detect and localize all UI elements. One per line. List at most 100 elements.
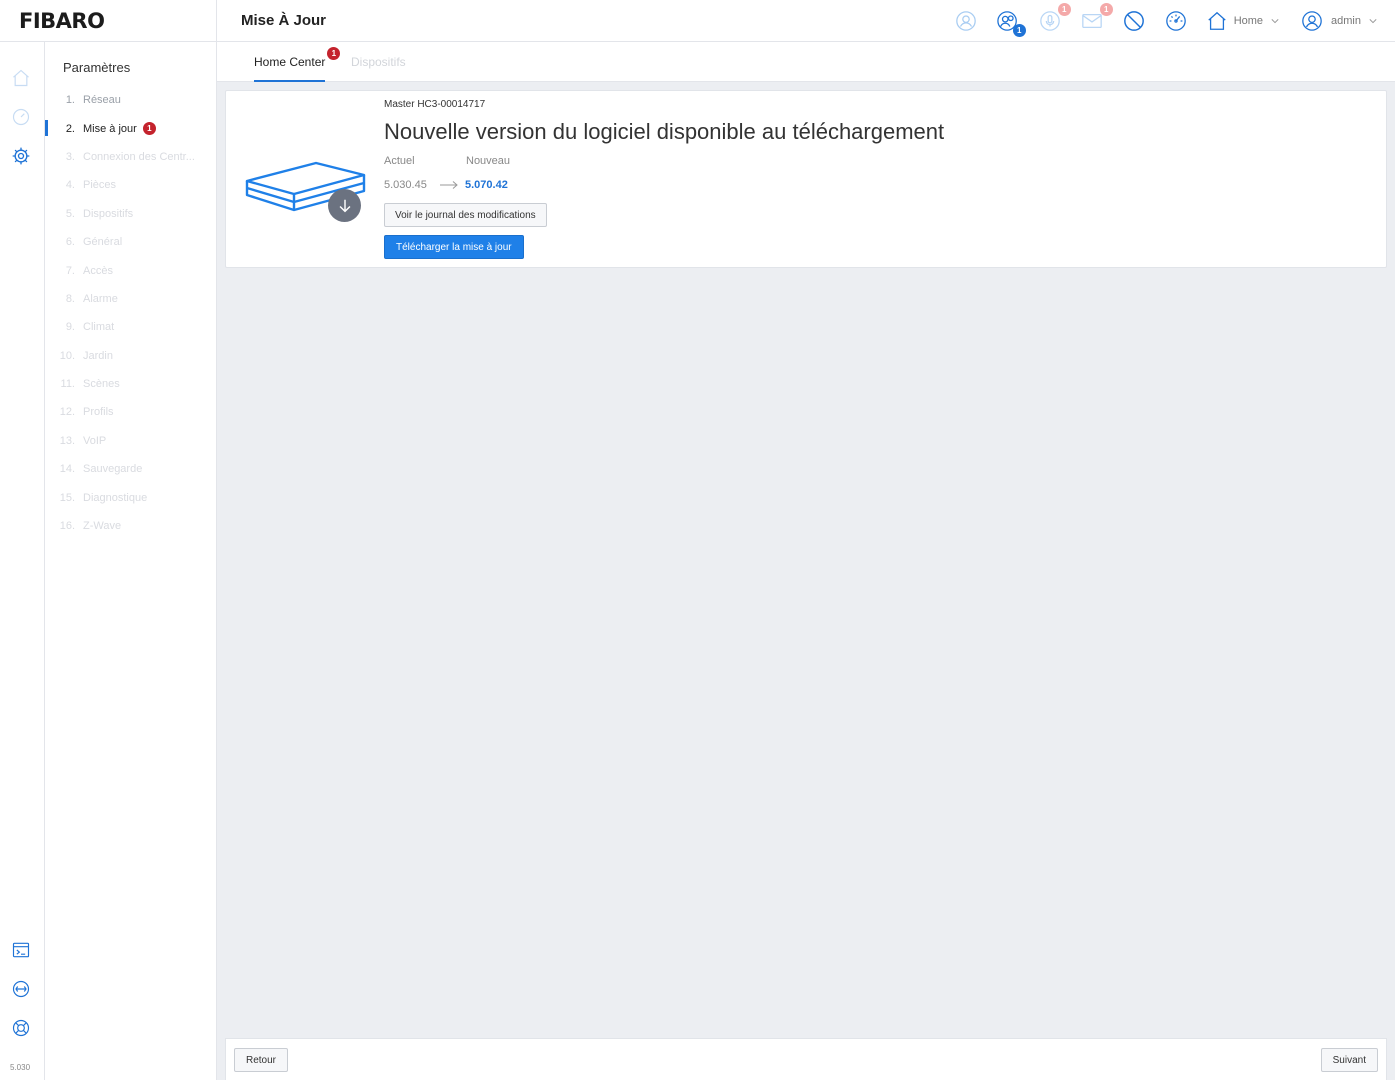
menu-item-label: Accès	[83, 264, 113, 277]
microphone-badge: 1	[1057, 3, 1071, 16]
menu-item-number: 14.	[59, 463, 75, 476]
menu-item-label: Pièces	[83, 179, 117, 192]
microphone-icon[interactable]: 1	[1038, 3, 1071, 33]
mail-badge: 1	[1099, 3, 1113, 16]
menu-item-number: 9.	[65, 321, 75, 334]
menu-item-number: 10.	[59, 349, 75, 362]
tab-home-center[interactable]: Home Center 1	[254, 47, 341, 82]
menu-item-reseau[interactable]: 1. Réseau	[45, 86, 217, 114]
tab-label: Dispositifs	[351, 55, 406, 69]
menu-item-number: 1.	[65, 94, 75, 107]
device-name: Master HC3-00014717	[384, 99, 486, 110]
page-title: Mise À Jour	[241, 12, 327, 29]
menu-item-diagnostique[interactable]: 15. Diagnostique	[45, 483, 217, 511]
terminal-icon[interactable]	[11, 940, 31, 960]
top-bar: FIBARO Mise À Jour 1 1 1 Home admin	[0, 0, 1395, 42]
menu-item-number: 16.	[59, 520, 75, 533]
changelog-button[interactable]: Voir le journal des modifications	[384, 203, 547, 227]
tab-badge: 1	[327, 47, 341, 60]
settings-menu: Paramètres 1. Réseau 2. Mise à jour 1 3. Con…	[45, 42, 217, 1080]
update-card: Master HC3-00014717 Nouvelle version du …	[225, 90, 1387, 268]
menu-item-number: 15.	[59, 491, 75, 504]
next-button[interactable]: Suivant	[1320, 1048, 1378, 1072]
settings-menu-list: 1. Réseau 2. Mise à jour 1 3. Connexion des …	[45, 86, 217, 540]
menu-item-label: Jardin	[83, 349, 113, 362]
user-dropdown[interactable]: admin	[1301, 10, 1377, 32]
menu-item-profils[interactable]: 12. Profils	[45, 398, 217, 426]
main-content: Home Center 1 Dispositifs Master HC3-000…	[217, 42, 1395, 1080]
menu-item-label: VoIP	[83, 434, 107, 447]
arrow-right-icon	[440, 181, 458, 189]
menu-item-sauvegarde[interactable]: 14. Sauvegarde	[45, 455, 217, 483]
update-headline: Nouvelle version du logiciel disponible …	[384, 119, 945, 144]
new-version-label: Nouveau	[466, 155, 511, 167]
users-icon[interactable]: 1	[996, 9, 1026, 37]
menu-item-number: 7.	[65, 264, 75, 277]
menu-item-connexion[interactable]: 3. Connexion des Centr...	[45, 143, 217, 171]
notification-badge: 1	[142, 122, 156, 136]
settings-nav-icon[interactable]	[11, 146, 31, 166]
mail-icon[interactable]: 1	[1080, 3, 1113, 33]
menu-item-climat[interactable]: 9. Climat	[45, 313, 217, 341]
menu-item-number: 2.	[65, 122, 75, 135]
block-icon[interactable]	[1122, 9, 1146, 33]
new-version-value: 5.070.42	[465, 179, 508, 191]
menu-item-alarme[interactable]: 8. Alarme	[45, 285, 217, 313]
menu-item-scenes[interactable]: 11. Scènes	[45, 370, 217, 398]
menu-item-number: 3.	[65, 150, 75, 163]
home-nav-icon[interactable]	[11, 68, 31, 88]
account-icon	[1302, 11, 1322, 31]
logo-area: FIBARO	[0, 0, 217, 42]
menu-item-label: Z-Wave	[83, 520, 122, 533]
menu-item-label: Dispositifs	[83, 207, 134, 220]
fibaro-logo[interactable]: FIBARO	[19, 9, 105, 33]
menu-item-number: 5.	[65, 207, 75, 220]
menu-item-label: Connexion des Centr...	[83, 150, 195, 163]
menu-item-label: Réseau	[83, 94, 121, 107]
menu-item-acces[interactable]: 7. Accès	[45, 256, 217, 284]
download-update-button[interactable]: Télécharger la mise à jour	[384, 235, 524, 259]
remote-access-icon[interactable]	[11, 979, 31, 999]
home-label: Home	[1233, 15, 1264, 27]
menu-item-label: Mise à jour	[83, 122, 137, 135]
user-circle-icon[interactable]	[954, 9, 978, 33]
dashboard-nav-icon[interactable]	[11, 107, 31, 127]
icon-rail: 5.030	[0, 42, 45, 1080]
current-version-value: 5.030.45	[384, 179, 427, 191]
menu-item-number: 13.	[59, 434, 75, 447]
menu-item-z-wave[interactable]: 16. Z-Wave	[45, 512, 217, 540]
menu-item-label: Profils	[83, 406, 114, 419]
tab-bar: Home Center 1 Dispositifs	[217, 42, 1395, 82]
menu-item-general[interactable]: 6. Général	[45, 228, 217, 256]
menu-item-label: Diagnostique	[83, 491, 148, 504]
settings-menu-title: Paramètres	[63, 60, 131, 75]
tab-label: Home Center	[254, 55, 326, 69]
back-button[interactable]: Retour	[234, 1048, 289, 1072]
download-badge-icon	[328, 189, 361, 222]
menu-item-label: Scènes	[83, 378, 120, 391]
menu-item-voip[interactable]: 13. VoIP	[45, 427, 217, 455]
support-icon[interactable]	[11, 1018, 31, 1038]
menu-item-mise-a-jour[interactable]: 2. Mise à jour 1	[45, 114, 217, 142]
menu-item-label: Sauvegarde	[83, 463, 143, 476]
menu-item-number: 4.	[65, 179, 75, 192]
menu-item-number: 11.	[60, 378, 75, 391]
current-version-label: Actuel	[384, 155, 415, 167]
tab-dispositifs[interactable]: Dispositifs	[351, 55, 406, 69]
gauge-icon[interactable]	[1164, 9, 1188, 33]
users-badge: 1	[1012, 24, 1026, 37]
menu-item-label: Général	[83, 236, 123, 249]
chevron-down-icon	[1271, 19, 1279, 24]
firmware-version: 5.030	[10, 1063, 31, 1072]
top-toolbar: 1 1 1 Home admin	[936, 0, 1377, 42]
menu-item-label: Alarme	[83, 292, 118, 305]
menu-item-pieces[interactable]: 4. Pièces	[45, 171, 217, 199]
home-dropdown[interactable]: Home	[1206, 10, 1279, 32]
menu-item-number: 8.	[65, 292, 75, 305]
menu-item-dispositifs[interactable]: 5. Dispositifs	[45, 200, 217, 228]
menu-item-jardin[interactable]: 10. Jardin	[45, 342, 217, 370]
chevron-down-icon	[1369, 19, 1377, 24]
menu-item-label: Climat	[83, 321, 115, 334]
menu-item-number: 6.	[65, 236, 75, 249]
wizard-footer: Retour Suivant	[225, 1038, 1387, 1080]
